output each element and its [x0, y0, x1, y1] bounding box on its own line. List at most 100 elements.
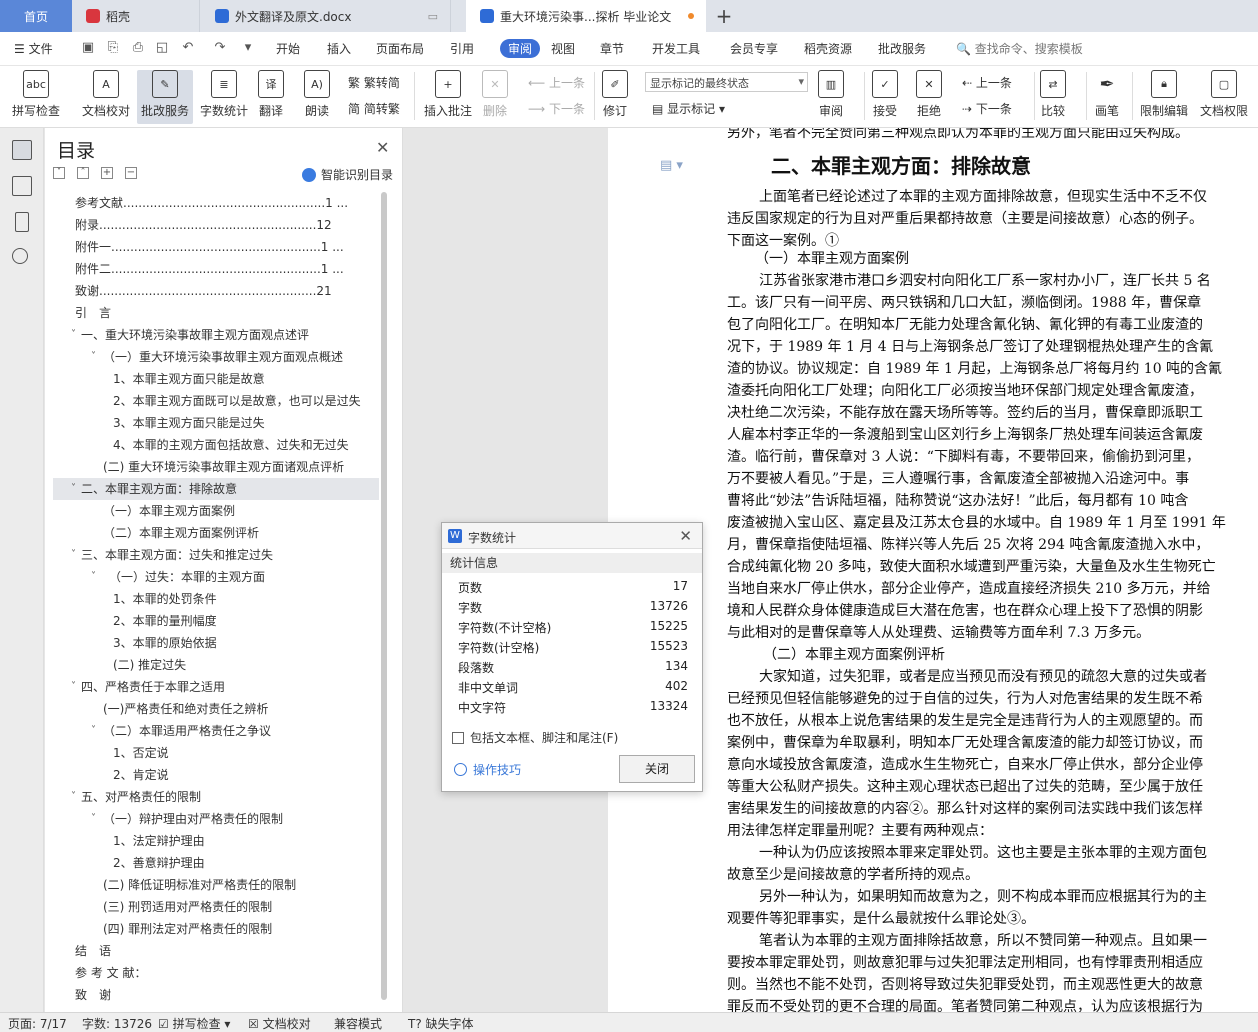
tips-link[interactable]: 操作技巧	[454, 761, 521, 778]
toc-item[interactable]: (四) 罪刑法定对严格责任的限制	[53, 918, 379, 940]
close-icon[interactable]: ✕	[376, 138, 389, 157]
export-icon[interactable]: ⎘	[105, 40, 121, 56]
expand-all-icon[interactable]: ˄	[77, 167, 89, 179]
toc-item[interactable]: 2、本罪的量刑幅度	[53, 610, 379, 632]
tab-document-1[interactable]: 外文翻译及原文.docx ▭	[201, 0, 451, 32]
toc-item[interactable]: 附件二.....................................…	[53, 258, 379, 280]
toc-item[interactable]: （一）本罪主观方面案例	[53, 500, 379, 522]
bookmark-icon[interactable]	[15, 212, 29, 232]
word-count-indicator[interactable]: 字数: 13726	[82, 1015, 152, 1032]
tab-docer[interactable]: 稻壳	[72, 0, 200, 32]
next-comment-button[interactable]: ⟶ 下一条	[528, 100, 585, 117]
menu-item[interactable]: 章节	[600, 40, 624, 57]
chevron-down-icon[interactable]: ˅	[71, 676, 76, 698]
toc-item[interactable]: 致 谢	[53, 984, 379, 1006]
save-icon[interactable]: ▣	[80, 40, 96, 56]
toc-item[interactable]: ˅ （一）辩护理由对严格责任的限制	[53, 808, 379, 830]
chevron-down-icon[interactable]: ˅	[91, 808, 96, 830]
menu-item[interactable]: 插入	[327, 40, 351, 57]
toc-icon[interactable]	[12, 140, 32, 160]
new-tab-button[interactable]: +	[712, 0, 736, 32]
toc-item[interactable]: 致谢......................................…	[53, 280, 379, 302]
chevron-down-icon[interactable]: ˅	[91, 346, 96, 368]
markup-state-select[interactable]: 显示标记的最终状态	[645, 72, 808, 92]
page-indicator[interactable]: 页面: 7/17	[8, 1015, 67, 1032]
collapse-all-icon[interactable]: ˅	[53, 167, 65, 179]
reject-button[interactable]: ✕ 拒绝	[916, 70, 942, 119]
chevron-down-icon[interactable]: ˅	[71, 324, 76, 346]
review-service-button[interactable]: ✎ 批改服务	[137, 70, 194, 124]
document-page[interactable]: ▤ ▾ 另外，笔者不完全赞同第三种观点即认为本罪的主观方面只能由过失构成。 二、本…	[608, 128, 1258, 1012]
undo-icon[interactable]: ↶	[180, 40, 196, 56]
restrict-edit-button[interactable]: 🔒︎ 限制编辑	[1140, 70, 1188, 119]
trad-to-simp-button[interactable]: 繁 繁转简	[348, 74, 400, 91]
preview-icon[interactable]: ◱	[154, 40, 170, 56]
missing-font-status[interactable]: T? 缺失字体	[408, 1015, 474, 1032]
search-icon[interactable]	[12, 248, 28, 264]
show-markup-button[interactable]: ▤ 显示标记 ▾	[652, 100, 725, 117]
chapter-nav-icon[interactable]	[12, 176, 32, 196]
menu-item[interactable]: 稻壳资源	[804, 40, 852, 57]
toc-item[interactable]: 2、肯定说	[53, 764, 379, 786]
chevron-down-icon[interactable]: ˅	[91, 720, 96, 742]
toc-item[interactable]: 3、本罪的原始依据	[53, 632, 379, 654]
toc-item[interactable]: ˅ （一）重大环境污染事故罪主观方面观点概述	[53, 346, 379, 368]
remove-heading-icon[interactable]: −	[125, 167, 137, 179]
word-count-button[interactable]: ≣ 字数统计	[200, 70, 248, 119]
close-button[interactable]: 关闭	[619, 755, 695, 783]
delete-comment-button[interactable]: ✕ 删除	[482, 70, 508, 119]
doccheck-status[interactable]: ☒ 文档校对	[248, 1015, 311, 1032]
smart-toc-button[interactable]: 智能识别目录	[302, 166, 393, 183]
chevron-down-icon[interactable]: ˅	[71, 544, 76, 566]
customize-icon[interactable]: ▾	[240, 40, 256, 56]
insert-comment-button[interactable]: + 插入批注	[424, 70, 472, 119]
track-changes-button[interactable]: ✐ 修订	[602, 70, 628, 119]
include-textboxes-checkbox[interactable]: 包括文本框、脚注和尾注(F)	[452, 729, 618, 746]
toc-item[interactable]: 3、本罪主观方面只能是过失	[53, 412, 379, 434]
toc-item[interactable]: ˅ 一、重大环境污染事故罪主观方面观点述评	[53, 324, 379, 346]
doc-permission-button[interactable]: ▢ 文档权限	[1200, 70, 1248, 119]
toc-item[interactable]: 1、否定说	[53, 742, 379, 764]
menu-item[interactable]: 页面布局	[376, 40, 424, 57]
read-aloud-button[interactable]: A) 朗读	[304, 70, 330, 119]
toc-item[interactable]: 1、法定辩护理由	[53, 830, 379, 852]
toc-item[interactable]: (二) 推定过失	[53, 654, 379, 676]
toc-item[interactable]: ˅ 五、对严格责任的限制	[53, 786, 379, 808]
spellcheck-status[interactable]: ☑ 拼写检查 ▾	[158, 1015, 230, 1032]
paragraph-menu-icon[interactable]: ▤ ▾	[660, 158, 683, 173]
close-icon[interactable]: ✕	[679, 527, 692, 545]
toc-item[interactable]: ˅ 二、本罪主观方面：排除故意	[53, 478, 379, 500]
accept-button[interactable]: ✓ 接受	[872, 70, 898, 119]
next-change-button[interactable]: ⇢ 下一条	[962, 100, 1012, 117]
prev-change-button[interactable]: ⇠ 上一条	[962, 74, 1012, 91]
menu-item[interactable]: 开发工具	[652, 40, 700, 57]
toc-item[interactable]: 附件一.....................................…	[53, 236, 379, 258]
toc-item[interactable]: 1、本罪的处罚条件	[53, 588, 379, 610]
menu-item[interactable]: 开始	[276, 40, 300, 57]
redo-icon[interactable]: ↷	[212, 40, 228, 56]
toc-item[interactable]: ˅ 三、本罪主观方面：过失和推定过失	[53, 544, 379, 566]
toc-item[interactable]: （二）本罪主观方面案例评析	[53, 522, 379, 544]
menu-item[interactable]: 视图	[551, 40, 575, 57]
toc-item[interactable]: 2、善意辩护理由	[53, 852, 379, 874]
doc-check-button[interactable]: A 文档校对	[82, 70, 130, 119]
toc-item[interactable]: 附录......................................…	[53, 214, 379, 236]
toc-item[interactable]: 参考文献....................................…	[53, 192, 379, 214]
search-command-input[interactable]: 🔍 查找命令、搜索模板	[956, 40, 1083, 57]
toc-item[interactable]: 2、本罪主观方面既可以是故意，也可以是过失	[53, 390, 379, 412]
menu-item[interactable]: 会员专享	[730, 40, 778, 57]
toc-item[interactable]: (二) 降低证明标准对严格责任的限制	[53, 874, 379, 896]
toc-item[interactable]: (二) 重大环境污染事故罪主观方面诸观点评析	[53, 456, 379, 478]
chevron-down-icon[interactable]: ˅	[71, 478, 76, 500]
tab-document-2[interactable]: 重大环境污染事...探析 毕业论文	[466, 0, 706, 32]
file-menu[interactable]: ☰ 文件	[14, 40, 53, 57]
toc-item[interactable]: ˅ （二）本罪适用严格责任之争议	[53, 720, 379, 742]
monitor-icon[interactable]: ▭	[428, 10, 438, 23]
toc-item[interactable]: ˅ 四、严格责任于本罪之适用	[53, 676, 379, 698]
menu-item[interactable]: 审阅	[500, 39, 541, 58]
add-heading-icon[interactable]: +	[101, 167, 113, 179]
toc-item[interactable]: 结 语	[53, 940, 379, 962]
translate-button[interactable]: 译翻译	[258, 70, 284, 119]
toc-item[interactable]: 4、本罪的主观方面包括故意、过失和无过失	[53, 434, 379, 456]
compare-button[interactable]: ⇄ 比较	[1040, 70, 1066, 119]
